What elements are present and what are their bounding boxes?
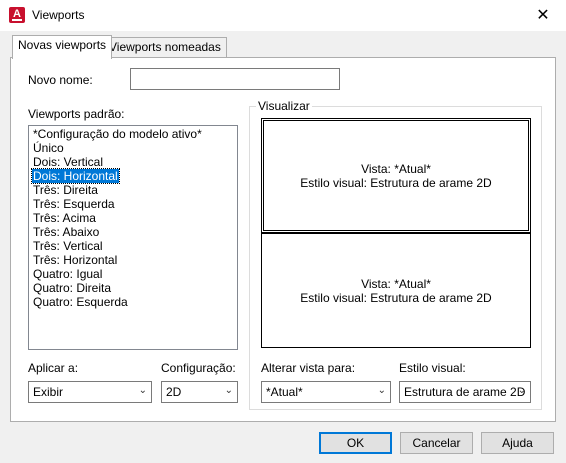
list-item-label: Quatro: Igual xyxy=(33,267,103,281)
chevron-down-icon: ⌄ xyxy=(377,385,386,396)
list-item[interactable]: Três: Vertical xyxy=(29,239,237,253)
list-item-label: Quatro: Direita xyxy=(33,281,112,295)
list-item[interactable]: Quatro: Direita xyxy=(29,281,237,295)
chevron-down-icon: ⌄ xyxy=(138,385,147,396)
apply-to-select[interactable]: Exibir ⌄ xyxy=(28,381,152,403)
list-item[interactable]: Único xyxy=(29,141,237,155)
list-item[interactable]: Três: Horizontal xyxy=(29,253,237,267)
preview-bottom-view-text: Vista: *Atual* xyxy=(361,276,431,291)
list-item[interactable]: Quatro: Esquerda xyxy=(29,295,237,309)
standard-viewports-list[interactable]: *Configuração do modelo ativo* Único Dois:… xyxy=(28,125,238,350)
list-item[interactable]: *Configuração do modelo ativo* xyxy=(29,127,237,141)
list-item[interactable]: Três: Acima xyxy=(29,211,237,225)
tab-novas-viewports[interactable]: Novas viewports xyxy=(12,35,113,59)
preview-top-style-text: Estilo visual: Estrutura de arame 2D xyxy=(300,175,492,190)
autocad-app-icon: A xyxy=(9,7,25,23)
setup-value: 2D xyxy=(166,385,182,399)
cancel-button[interactable]: Cancelar xyxy=(400,432,473,454)
preview-label: Visualizar xyxy=(256,99,312,113)
preview-viewport-top[interactable]: Vista: *Atual* Estilo visual: Estrutura … xyxy=(261,118,531,233)
change-view-select[interactable]: *Atual* ⌄ xyxy=(261,381,391,403)
chevron-down-icon: ⌄ xyxy=(517,385,526,396)
apply-to-value: Exibir xyxy=(33,385,64,399)
list-item-label: Dois: Vertical xyxy=(33,155,104,169)
tab-viewports-nomeadas[interactable]: Viewports nomeadas xyxy=(103,37,227,58)
change-view-label: Alterar vista para: xyxy=(261,361,356,375)
setup-label: Configuração: xyxy=(161,361,236,375)
visual-style-value: Estrutura de arame 2D xyxy=(404,385,526,399)
visual-style-select[interactable]: Estrutura de arame 2D ⌄ xyxy=(399,381,531,403)
list-item-label: Três: Esquerda xyxy=(33,197,115,211)
new-name-label: Novo nome: xyxy=(28,73,93,87)
title-bar: A Viewports ✕ xyxy=(0,0,566,31)
list-item-label: Quatro: Esquerda xyxy=(33,295,128,309)
list-item-label: *Configuração do modelo ativo* xyxy=(33,127,202,141)
list-item[interactable]: Três: Direita xyxy=(29,183,237,197)
list-item-label: Três: Vertical xyxy=(33,239,103,253)
list-item-label: Três: Direita xyxy=(33,183,98,197)
change-view-value: *Atual* xyxy=(266,385,303,399)
preview-viewport-bottom[interactable]: Vista: *Atual* Estilo visual: Estrutura … xyxy=(261,233,531,348)
list-item[interactable]: Três: Abaixo xyxy=(29,225,237,239)
chevron-down-icon: ⌄ xyxy=(224,385,233,396)
list-item-label: Único xyxy=(33,141,64,155)
list-item[interactable]: Três: Esquerda xyxy=(29,197,237,211)
list-item-label: Três: Acima xyxy=(33,211,96,225)
visual-style-label: Estilo visual: xyxy=(399,361,466,375)
ok-button[interactable]: OK xyxy=(319,432,392,454)
new-name-input[interactable] xyxy=(130,68,340,90)
list-item[interactable]: Dois: Vertical xyxy=(29,155,237,169)
preview-top-view-text: Vista: *Atual* xyxy=(361,161,431,176)
list-item[interactable]: Dois: Horizontal xyxy=(29,168,237,184)
help-button[interactable]: Ajuda xyxy=(481,432,554,454)
list-item[interactable]: Quatro: Igual xyxy=(29,267,237,281)
window-title: Viewports xyxy=(32,8,85,22)
setup-select[interactable]: 2D ⌄ xyxy=(161,381,238,403)
list-item-label: Três: Abaixo xyxy=(33,225,100,239)
close-button[interactable]: ✕ xyxy=(520,0,566,31)
list-item-label: Dois: Horizontal xyxy=(31,168,120,184)
standard-viewports-label: Viewports padrão: xyxy=(28,107,125,121)
apply-to-label: Aplicar a: xyxy=(28,361,79,375)
list-item-label: Três: Horizontal xyxy=(33,253,118,267)
preview-bottom-style-text: Estilo visual: Estrutura de arame 2D xyxy=(300,290,492,305)
